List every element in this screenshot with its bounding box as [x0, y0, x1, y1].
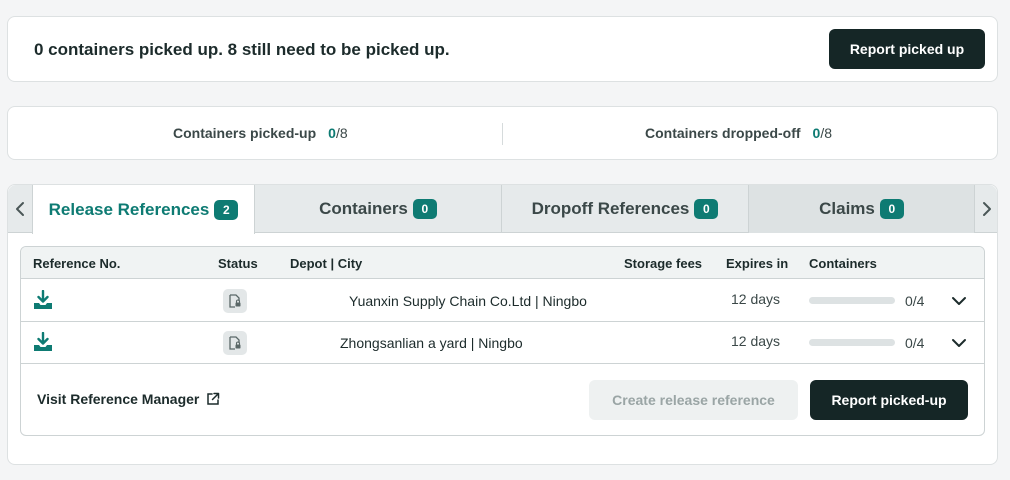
- visit-reference-manager-link[interactable]: Visit Reference Manager: [37, 391, 220, 407]
- stat-picked-up-label: Containers picked-up: [173, 125, 317, 141]
- chevron-left-icon[interactable]: [8, 185, 32, 233]
- pickup-summary-banner: 0 containers picked up. 8 still need to …: [7, 16, 998, 82]
- document-lock-icon: [223, 331, 247, 355]
- tab-dropoff-references[interactable]: Dropoff References 0: [502, 185, 749, 233]
- external-link-icon: [207, 392, 220, 405]
- row-depot: Yuanxin Supply Chain Co.Ltd | Ningbo: [349, 293, 587, 309]
- row-containers-count: 0/4: [905, 293, 925, 309]
- pickup-summary-text: 0 containers picked up. 8 still need to …: [34, 40, 450, 59]
- stat-picked-up-value: 0: [328, 125, 336, 141]
- table-footer: Visit Reference Manager Create release r…: [21, 364, 984, 435]
- stat-picked-up-total: /8: [335, 125, 348, 141]
- stat-picked-up: Containers picked-up 0/8: [173, 125, 348, 141]
- row-depot: Zhongsanlian a yard | Ningbo: [340, 335, 523, 351]
- header-depot: Depot | City: [290, 256, 363, 271]
- release-references-table: Reference No. Status Depot | City Storag…: [20, 246, 985, 436]
- chevron-right-icon[interactable]: [975, 185, 999, 233]
- tab-release-references[interactable]: Release References 2: [32, 185, 255, 234]
- tab-dropoff-references-count: 0: [694, 199, 719, 219]
- download-icon[interactable]: [33, 289, 53, 313]
- tab-containers-label: Containers: [319, 199, 408, 218]
- table-header: Reference No. Status Depot | City Storag…: [21, 247, 984, 279]
- container-stats: Containers picked-up 0/8 Containers dropp…: [7, 106, 998, 160]
- stats-divider: [502, 123, 503, 145]
- create-release-reference-button[interactable]: Create release reference: [589, 380, 798, 420]
- tab-release-references-count: 2: [214, 199, 239, 220]
- header-reference: Reference No.: [33, 256, 121, 271]
- tab-bar: Release References 2 Containers 0 Dropof…: [8, 185, 999, 234]
- chevron-down-icon[interactable]: [951, 293, 967, 312]
- header-containers: Containers: [809, 256, 877, 271]
- download-icon[interactable]: [33, 331, 53, 355]
- tab-claims-count: 0: [879, 199, 904, 219]
- stat-dropped-off: Containers dropped-off 0/8: [645, 125, 832, 141]
- visit-reference-manager-label: Visit Reference Manager: [37, 391, 200, 407]
- table-row: Zhongsanlian a yard | Ningbo 12 days 0/4: [21, 322, 984, 364]
- report-picked-up-button[interactable]: Report picked up: [829, 29, 985, 69]
- tab-containers-count: 0: [412, 199, 437, 219]
- row-expires: 12 days: [731, 333, 781, 349]
- references-panel: Release References 2 Containers 0 Dropof…: [7, 184, 998, 465]
- tab-dropoff-references-label: Dropoff References: [531, 199, 690, 218]
- header-storage-fees: Storage fees: [624, 256, 703, 271]
- stat-dropped-off-label: Containers dropped-off: [645, 125, 801, 141]
- tab-claims[interactable]: Claims 0: [749, 185, 975, 233]
- report-picked-up-footer-button[interactable]: Report picked-up: [810, 380, 968, 420]
- row-progress-bar: [809, 339, 895, 346]
- tab-containers[interactable]: Containers 0: [255, 185, 502, 233]
- stat-dropped-off-total: /8: [820, 125, 833, 141]
- row-expires: 12 days: [731, 291, 781, 307]
- row-progress-bar: [809, 297, 895, 304]
- row-containers-count: 0/4: [905, 335, 925, 351]
- header-expires: Expires in: [726, 256, 789, 271]
- tab-claims-label: Claims: [819, 199, 875, 218]
- table-row: Yuanxin Supply Chain Co.Ltd | Ningbo 12 …: [21, 280, 984, 322]
- header-status: Status: [218, 256, 258, 271]
- document-lock-icon: [223, 289, 247, 313]
- tab-release-references-label: Release References: [48, 199, 210, 219]
- chevron-down-icon[interactable]: [951, 335, 967, 354]
